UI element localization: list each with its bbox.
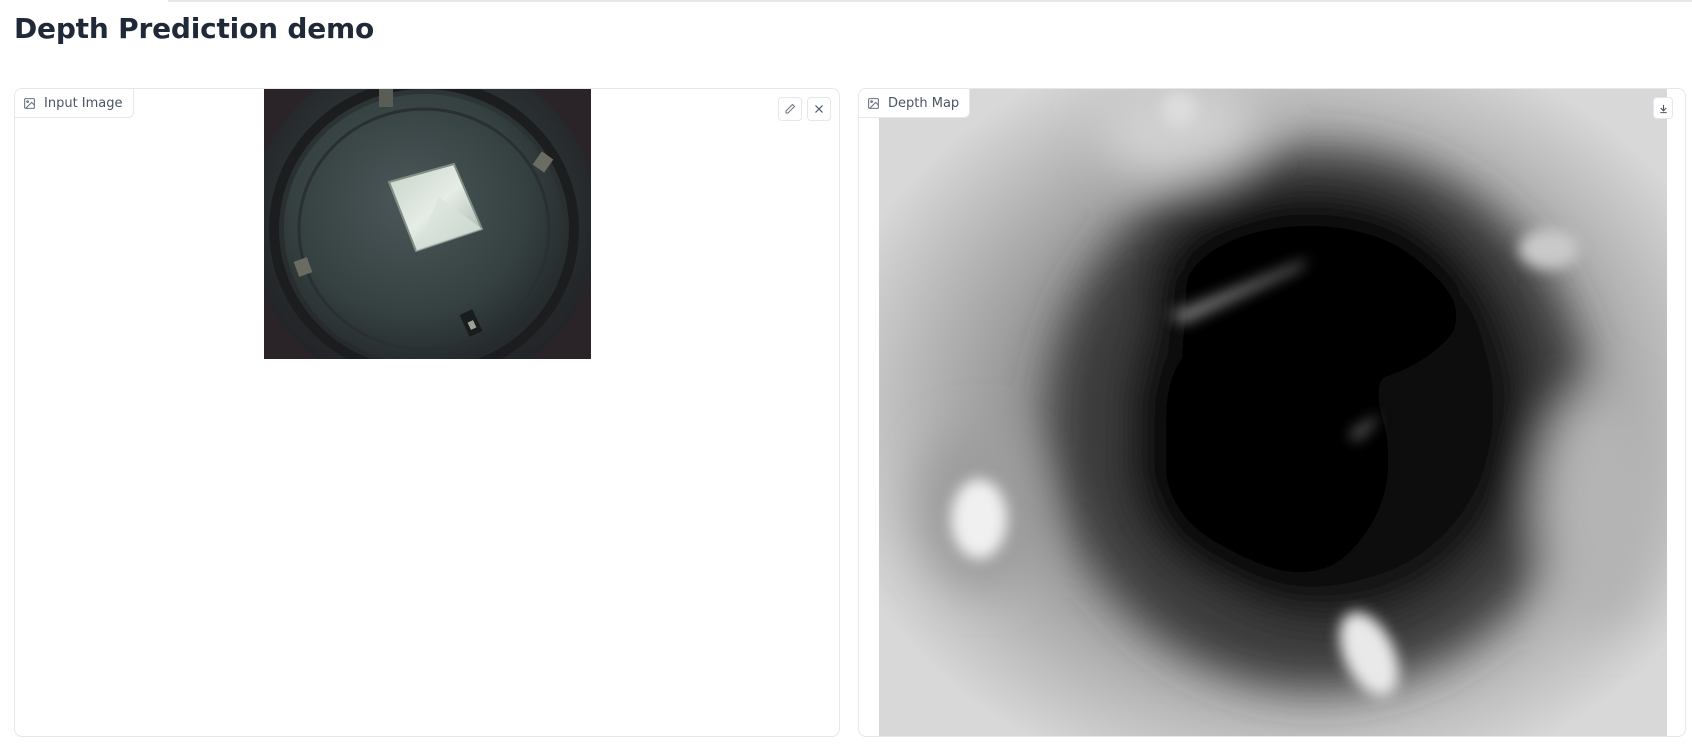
clear-button[interactable] <box>807 97 831 121</box>
edit-icon <box>784 103 796 115</box>
depth-map-panel[interactable]: Depth Map <box>858 88 1686 737</box>
download-icon <box>1658 103 1669 114</box>
input-image-panel[interactable]: Input Image <box>14 88 840 737</box>
depth-map-label-badge: Depth Map <box>859 89 971 118</box>
edit-button[interactable] <box>778 97 802 121</box>
top-divider <box>168 0 1692 2</box>
close-icon <box>813 103 825 115</box>
download-button[interactable] <box>1653 97 1673 119</box>
depth-map-label: Depth Map <box>888 95 960 111</box>
input-image-label: Input Image <box>44 95 123 111</box>
depth-map-image <box>879 89 1667 736</box>
input-image-label-badge: Input Image <box>15 89 134 118</box>
image-icon <box>867 97 880 110</box>
input-image-preview <box>264 89 591 359</box>
page-title: Depth Prediction demo <box>14 12 375 45</box>
image-icon <box>23 97 36 110</box>
